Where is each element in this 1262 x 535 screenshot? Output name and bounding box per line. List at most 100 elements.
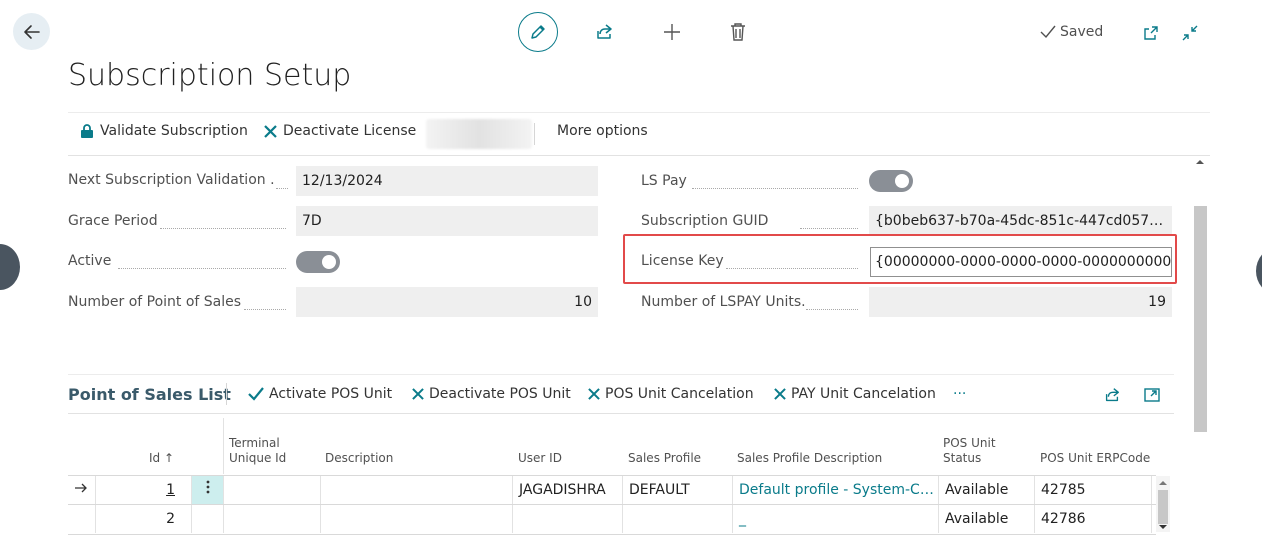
activate-pos-unit-label: Activate POS Unit [269, 386, 393, 402]
column-header-pos-unit-status[interactable]: POS Unit Status [943, 436, 996, 466]
active-label: Active [68, 253, 112, 269]
action-bar: Validate Subscription Deactivate License… [68, 112, 1210, 156]
scroll-up-icon [1196, 160, 1204, 164]
check-icon [1040, 25, 1056, 39]
grace-period-label: Grace Period [68, 213, 158, 229]
deactivate-license-button[interactable]: Deactivate License [264, 123, 416, 139]
row-terminal-id[interactable] [223, 476, 320, 504]
grace-period-field[interactable]: 7D [296, 206, 598, 236]
column-header-description[interactable]: Description [325, 451, 393, 466]
x-icon [774, 388, 786, 400]
pos-list-title: Point of Sales List [68, 385, 231, 404]
pos-count-field[interactable]: 10 [296, 287, 598, 317]
row-id[interactable]: 1 [95, 476, 191, 504]
arrow-right-icon [75, 483, 87, 493]
next-validation-label: Next Subscription Validation ... [68, 172, 274, 188]
column-header-user-id[interactable]: User ID [518, 451, 562, 466]
blurred-action [426, 119, 532, 149]
row-selector [68, 505, 95, 533]
action-separator [534, 123, 535, 145]
expand-icon [1144, 388, 1160, 402]
row-status[interactable]: Available [938, 505, 1034, 533]
delete-button[interactable] [722, 16, 754, 48]
validate-subscription-button[interactable]: Validate Subscription [80, 123, 248, 139]
deactivate-pos-unit-button[interactable]: Deactivate POS Unit [412, 386, 571, 402]
row-user-id[interactable]: JAGADISHRA [512, 476, 622, 504]
pay-unit-cancelation-button[interactable]: PAY Unit Cancelation [774, 386, 936, 402]
x-icon [264, 124, 277, 138]
new-button[interactable] [656, 16, 688, 48]
license-key-label: License Key [641, 253, 724, 269]
open-in-new-window-icon [1144, 26, 1158, 40]
column-header-terminal-line2: Unique Id [229, 451, 287, 465]
row-description[interactable] [320, 505, 512, 533]
scroll-up-icon [1159, 481, 1167, 485]
row-actions-area[interactable] [191, 505, 223, 533]
column-header-status-line2: Status [943, 451, 982, 465]
edit-button[interactable] [518, 12, 558, 52]
header-divider [223, 418, 224, 474]
list-scrollbar-thumb[interactable] [1158, 490, 1168, 524]
row-actions-button[interactable] [191, 476, 223, 504]
open-new-window-button[interactable] [1138, 20, 1164, 46]
subscription-guid-label: Subscription GUID [641, 213, 769, 229]
x-icon [588, 388, 600, 400]
back-button[interactable] [13, 13, 50, 50]
page-title: Subscription Setup [68, 58, 352, 93]
dots-leader [800, 227, 858, 229]
row-sales-profile[interactable] [622, 505, 732, 533]
table-row[interactable]: 2 _ Available 42786 [68, 505, 1156, 535]
row-description[interactable] [320, 476, 512, 504]
row-sales-profile[interactable]: DEFAULT [622, 476, 732, 504]
plus-icon [664, 24, 680, 40]
lspay-units-field[interactable]: 19 [869, 287, 1172, 317]
column-header-erpcode[interactable]: POS Unit ERPCode [1040, 451, 1150, 466]
row-erpcode[interactable]: 42786 [1034, 505, 1152, 533]
row-terminal-id[interactable] [223, 505, 320, 533]
list-expand-button[interactable] [1140, 384, 1164, 406]
share-button[interactable] [588, 16, 620, 48]
deactivate-license-label: Deactivate License [283, 123, 417, 139]
pos-unit-cancelation-button[interactable]: POS Unit Cancelation [588, 386, 754, 402]
ls-pay-toggle[interactable] [869, 170, 913, 192]
table-row[interactable]: 1 JAGADISHRA DEFAULT Default profile - S… [68, 475, 1156, 505]
arrow-left-icon [23, 24, 40, 39]
column-header-sales-profile[interactable]: Sales Profile [628, 451, 701, 466]
subscription-guid-field[interactable]: {b0beb637-b70a-45dc-851c-447cd05732... [869, 206, 1172, 236]
trash-icon [731, 23, 745, 41]
row-user-id[interactable] [512, 505, 622, 533]
list-share-button[interactable] [1100, 384, 1124, 406]
row-sales-profile-description[interactable]: _ [732, 505, 938, 533]
column-header-id[interactable]: Id ↑ [149, 451, 174, 466]
dots-leader [806, 308, 858, 310]
collapse-button[interactable] [1177, 20, 1203, 46]
activate-pos-unit-button[interactable]: Activate POS Unit [248, 386, 392, 402]
share-icon [1105, 388, 1119, 402]
next-validation-field[interactable]: 12/13/2024 [296, 166, 598, 196]
active-toggle[interactable] [296, 251, 340, 273]
column-header-terminal[interactable]: Terminal Unique Id [229, 436, 286, 466]
dots-leader [244, 308, 286, 310]
row-erpcode[interactable]: 42785 [1034, 476, 1152, 504]
lspay-units-label: Number of LSPAY Units. [641, 294, 806, 310]
list-scrollbar[interactable] [1156, 476, 1170, 532]
row-sales-profile-description[interactable]: Default profile - System-Cre... [732, 476, 938, 504]
column-header-sales-profile-description[interactable]: Sales Profile Description [737, 451, 882, 466]
saved-status: Saved [1040, 24, 1103, 40]
pay-unit-cancelation-label: PAY Unit Cancelation [791, 386, 936, 402]
page-scrollbar-thumb[interactable] [1194, 206, 1207, 432]
left-edge-decoration [0, 244, 20, 290]
check-icon [248, 387, 264, 401]
list-more-button[interactable]: ··· [953, 386, 966, 402]
right-edge-decoration [1256, 248, 1262, 294]
validate-subscription-label: Validate Subscription [100, 123, 248, 139]
x-icon [412, 388, 424, 400]
row-id[interactable]: 2 [95, 505, 191, 533]
more-options-button[interactable]: More options [557, 123, 648, 139]
lock-icon [81, 124, 93, 138]
dots-leader [726, 267, 858, 269]
list-separator [226, 383, 227, 405]
row-status[interactable]: Available [938, 476, 1034, 504]
license-key-input[interactable]: {00000000-0000-0000-0000-000000000000} [870, 247, 1172, 277]
dots-leader [692, 187, 858, 189]
